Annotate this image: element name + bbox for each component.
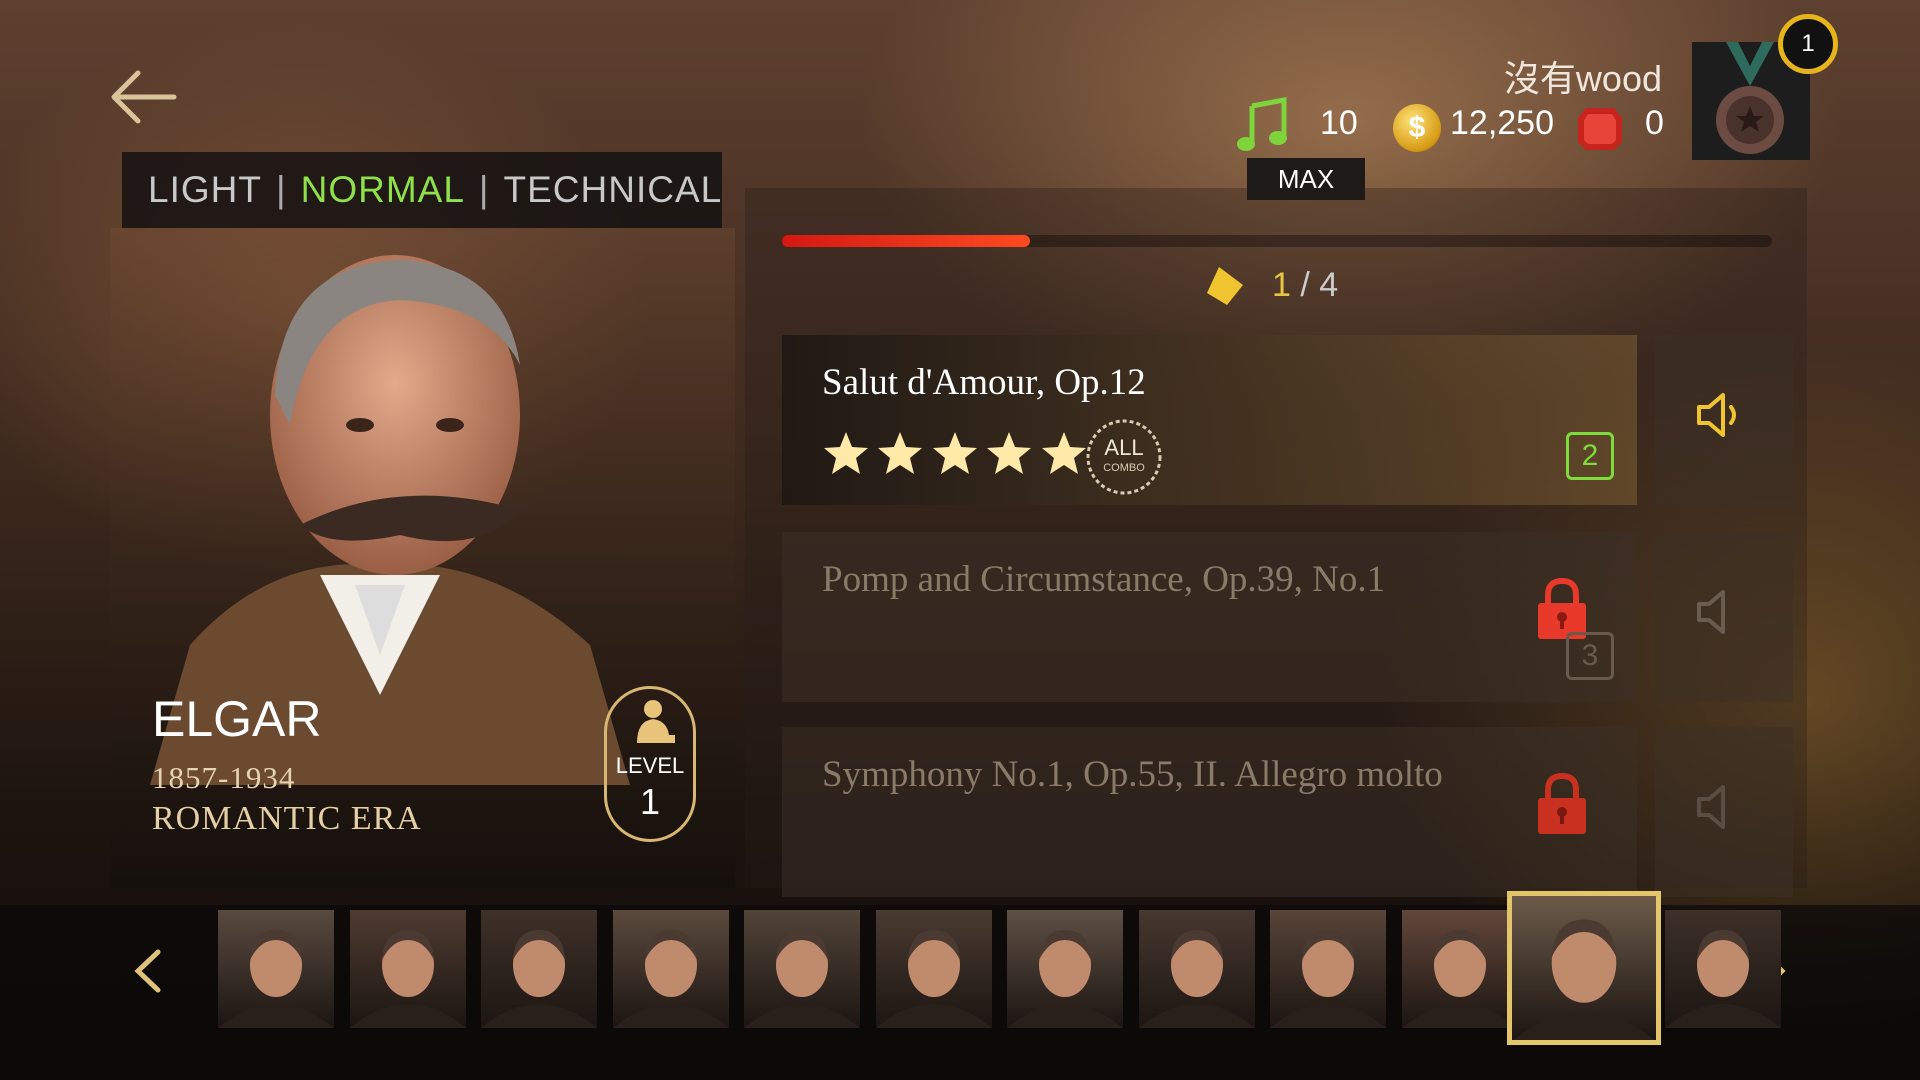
preview-speaker-button[interactable] [1655, 727, 1793, 897]
preview-speaker-button[interactable] [1655, 335, 1793, 505]
composer-era: ROMANTIC ERA [152, 800, 422, 837]
progress-bar [782, 235, 1772, 247]
composer-face-icon [1513, 919, 1655, 1040]
composer-name: ELGAR [152, 691, 322, 747]
star-icon [878, 432, 923, 474]
composer-face-icon [1270, 930, 1386, 1028]
song-page-counter: 1 / 4 [1272, 266, 1338, 305]
composer-thumbnail[interactable] [1270, 910, 1386, 1028]
divider: | [478, 169, 490, 210]
composer-thumbnail[interactable] [1138, 910, 1255, 1028]
level-value: 1 [639, 781, 661, 822]
back-arrow-icon [111, 70, 177, 124]
song-title: Pomp and Circumstance, Op.39, No.1 [822, 559, 1386, 600]
composer-thumbnail[interactable] [1507, 891, 1661, 1045]
song-title: Salut d'Amour, Op.12 [822, 362, 1146, 403]
composer-face-icon [1138, 930, 1255, 1028]
coins-count: 12,250 [1450, 104, 1554, 142]
page-current: 1 [1272, 266, 1291, 304]
speaker-icon [1697, 590, 1725, 634]
composer-thumbnail[interactable] [875, 910, 992, 1028]
page-separator: / [1290, 266, 1320, 304]
composer-face-icon [481, 930, 597, 1028]
all-combo-text: ALL [1104, 435, 1143, 460]
divider: | [275, 169, 287, 210]
notes-count: 10 [1320, 104, 1358, 142]
player-name: 沒有wood [1503, 58, 1662, 99]
composer-thumbnail[interactable] [612, 910, 729, 1028]
song-number-badge: 2 [1566, 432, 1614, 480]
back-button[interactable] [104, 62, 184, 132]
coin-icon: $ [1393, 104, 1441, 152]
song-title: Symphony No.1, Op.55, II. Allegro molto [822, 754, 1443, 795]
song-item-locked[interactable]: Symphony No.1, Op.55, II. Allegro molto [782, 727, 1637, 897]
page-total: 4 [1319, 266, 1339, 304]
composer-face-icon [875, 930, 992, 1028]
tag-icon [1207, 267, 1243, 305]
song-number-badge: 3 [1566, 632, 1614, 680]
star-icon [932, 432, 977, 474]
composer-thumbnail[interactable] [218, 910, 334, 1028]
speaker-icon [1697, 785, 1725, 829]
song-item-locked[interactable]: Pomp and Circumstance, Op.39, No.1 3 [782, 532, 1637, 702]
song-item[interactable]: Salut d'Amour, Op.12 ALL COMBO 2 [782, 335, 1637, 505]
composer-thumbnail[interactable] [744, 910, 860, 1028]
composer-thumbnail[interactable] [481, 910, 597, 1028]
pianist-icon [637, 700, 675, 743]
composer-face-icon [1007, 930, 1123, 1028]
ruby-gem-icon [1578, 108, 1622, 150]
star-icon [987, 432, 1032, 474]
composer-face-icon [1664, 930, 1781, 1028]
composer-face-icon [218, 930, 334, 1028]
notes-max-label: MAX [1247, 158, 1365, 200]
strip-prev-button[interactable] [128, 946, 168, 996]
all-combo-subtext: COMBO [1103, 462, 1145, 474]
gems-count: 0 [1645, 104, 1664, 142]
music-note-icon [1237, 96, 1287, 151]
composer-face-icon [744, 930, 860, 1028]
composer-face-icon [1401, 930, 1518, 1028]
difficulty-light[interactable]: LIGHT [148, 169, 262, 211]
level-label: LEVEL [615, 753, 685, 778]
difficulty-normal[interactable]: NORMAL [301, 169, 465, 211]
preview-speaker-button[interactable] [1655, 532, 1793, 702]
composer-dates: 1857-1934 [152, 760, 296, 795]
difficulty-selector: LIGHT | NORMAL | TECHNICAL [122, 152, 722, 228]
chevron-left-icon [134, 949, 161, 993]
composer-thumbnail[interactable] [1007, 910, 1123, 1028]
composer-thumbnail[interactable] [1401, 910, 1518, 1028]
star-rating [822, 430, 1088, 481]
star-icon [824, 432, 868, 474]
star-icon [1041, 432, 1086, 474]
difficulty-technical[interactable]: TECHNICAL [504, 169, 723, 211]
all-combo-badge: ALL COMBO [1086, 419, 1162, 495]
level-badge: LEVEL 1 [604, 686, 696, 842]
lock-icon [1538, 772, 1586, 834]
progress-fill [782, 235, 1030, 247]
composer-thumbnail[interactable] [349, 910, 466, 1028]
composer-thumbnail[interactable] [1664, 910, 1781, 1028]
speaker-icon [1697, 393, 1736, 437]
composer-face-icon [612, 930, 729, 1028]
rank-badge: 1 [1778, 14, 1838, 74]
composer-face-icon [349, 930, 466, 1028]
